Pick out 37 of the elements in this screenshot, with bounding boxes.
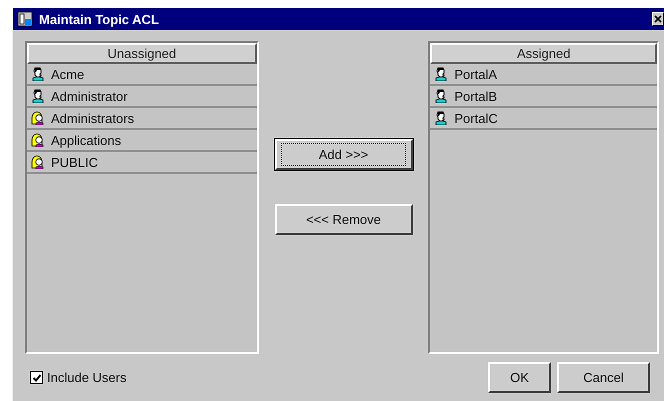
remove-button[interactable]: <<< Remove	[274, 204, 412, 235]
people-icon	[31, 155, 45, 169]
list-item[interactable]: Applications	[27, 130, 257, 152]
close-icon	[654, 15, 662, 23]
person-icon	[434, 89, 448, 103]
list-item[interactable]: PortalA	[430, 64, 658, 86]
person-icon	[434, 67, 448, 81]
list-item[interactable]: Administrators	[27, 108, 257, 130]
column-header[interactable]: Unassigned	[27, 43, 257, 64]
list-item[interactable]: PortalC	[430, 108, 658, 130]
add-button[interactable]: Add >>>	[274, 139, 412, 170]
checkbox-label: Include Users	[47, 370, 126, 385]
people-icon	[31, 111, 45, 125]
list-item[interactable]: Administrator	[27, 86, 257, 108]
people-icon	[31, 133, 45, 147]
person-icon	[31, 67, 45, 81]
list-item[interactable]: PUBLIC	[27, 152, 257, 174]
item-label: PortalC	[454, 110, 498, 126]
item-label: Applications	[51, 132, 122, 148]
item-label: PUBLIC	[51, 154, 98, 170]
item-label: PortalA	[454, 66, 498, 82]
person-icon	[434, 111, 448, 125]
include-users-checkbox[interactable]: Include Users	[30, 370, 126, 385]
cancel-button[interactable]: Cancel	[557, 362, 650, 393]
item-label: PortalB	[454, 88, 498, 104]
person-icon	[31, 89, 45, 103]
column-header[interactable]: Assigned	[430, 43, 658, 64]
checkbox[interactable]	[30, 371, 43, 384]
item-label: Administrator	[51, 88, 128, 104]
close-button[interactable]	[652, 12, 664, 26]
window-title: Maintain Topic ACL	[39, 12, 160, 26]
app-icon	[17, 11, 33, 27]
list-item[interactable]: PortalB	[430, 86, 658, 108]
item-label: Administrators	[51, 110, 134, 126]
list-item[interactable]: Acme	[27, 64, 257, 86]
item-label: Acme	[51, 66, 84, 82]
ok-button[interactable]: OK	[488, 362, 551, 393]
